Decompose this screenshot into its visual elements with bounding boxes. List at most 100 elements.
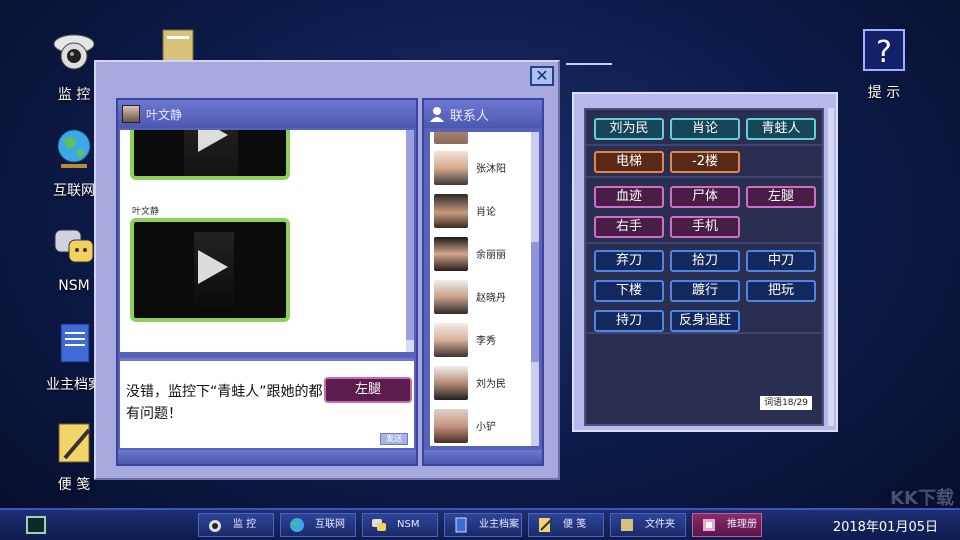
word-chip[interactable]: 尸体: [670, 186, 740, 208]
globe-icon: [290, 518, 304, 532]
taskbar-item-monitor[interactable]: 监 控: [198, 513, 274, 537]
word-row-actions: 弃刀 拾刀 中刀 下楼 踱行 把玩 持刀 反身追赶: [586, 244, 822, 334]
contact-name: 李秀: [476, 336, 496, 347]
contact-avatar: [434, 132, 468, 144]
conversation-contact-name: 叶文静: [146, 107, 183, 122]
scrollbar-thumb[interactable]: [531, 242, 539, 362]
notebook-icon: [60, 323, 90, 363]
contact-name: 余丽丽: [476, 250, 506, 261]
taskbar-item-label: 互联网: [315, 519, 345, 530]
contact-name: 赵晓丹: [476, 293, 506, 304]
word-row-places: 电梯 -2楼: [586, 146, 822, 178]
contact-avatar: [434, 365, 468, 400]
contact-item[interactable]: 赵晓丹: [430, 275, 534, 318]
contact-item[interactable]: 刘为民: [430, 361, 534, 404]
word-chip[interactable]: 反身追赶: [670, 310, 740, 332]
contact-name: 张沐阳: [476, 164, 506, 175]
word-chip[interactable]: -2楼: [670, 151, 740, 173]
contact-name: 小铲: [476, 422, 496, 433]
deduction-book-icon: [703, 519, 715, 531]
word-chip[interactable]: 踱行: [670, 280, 740, 302]
notebook-icon: [455, 517, 467, 533]
contact-name: 肖论: [476, 207, 496, 218]
word-chip[interactable]: 持刀: [594, 310, 664, 332]
clue-words-panel: 刘为民 肖论 青蛙人 电梯 -2楼 血迹 尸体 左腿 右手 手机 弃刀 拾刀 中…: [572, 92, 838, 432]
taskbar-item-folder[interactable]: 文件夹: [610, 513, 686, 537]
camera-icon: [209, 520, 221, 532]
word-chip[interactable]: 血迹: [594, 186, 664, 208]
folder-icon: [621, 519, 633, 531]
word-chip[interactable]: 刘为民: [594, 118, 664, 140]
start-button[interactable]: [26, 516, 46, 534]
contact-item[interactable]: 李秀: [430, 318, 534, 361]
word-chip[interactable]: 下楼: [594, 280, 664, 302]
taskbar-item-label: 便 笺: [563, 519, 587, 530]
chat-bubbles-icon: [372, 519, 386, 531]
message-area: 叶文静: [120, 130, 414, 352]
word-chip[interactable]: 肖论: [670, 118, 740, 140]
contact-item[interactable]: 张沐阳: [430, 146, 534, 189]
taskbar-item-deduction-book[interactable]: 推理册: [692, 513, 762, 537]
close-button[interactable]: ✕: [530, 66, 554, 86]
message-scrollbar[interactable]: [406, 130, 414, 352]
word-row-objects: 血迹 尸体 左腿 右手 手机: [586, 178, 822, 244]
word-chip[interactable]: 右手: [594, 216, 664, 238]
send-button[interactable]: 发送: [380, 433, 408, 445]
word-chip[interactable]: 拾刀: [670, 250, 740, 272]
word-panel-scrollbar[interactable]: [828, 108, 834, 426]
contact-avatar: [434, 150, 468, 185]
taskbar-item-label: 推理册: [727, 519, 757, 530]
contact-avatar: [434, 408, 468, 443]
notepad-pen-icon: [58, 423, 91, 463]
taskbar-item-label: NSM: [397, 519, 420, 530]
watermark: KK下载: [890, 488, 954, 509]
decorative-line: [566, 63, 612, 65]
word-chip[interactable]: 弃刀: [594, 250, 664, 272]
video-message[interactable]: [130, 218, 290, 322]
contact-avatar: [122, 105, 140, 123]
word-row-people: 刘为民 肖论 青蛙人: [586, 110, 822, 146]
scrollbar-thumb[interactable]: [406, 130, 414, 340]
camera-icon: [53, 34, 95, 70]
taskbar-item-internet[interactable]: 互联网: [280, 513, 356, 537]
contacts-title: 联系人: [450, 108, 490, 124]
taskbar-item-label: 监 控: [233, 519, 257, 530]
svg-text:?: ?: [876, 35, 892, 70]
play-icon: [198, 130, 228, 152]
video-thumbnail: [134, 130, 286, 176]
word-chip[interactable]: 把玩: [746, 280, 816, 302]
conversation-footer: [118, 450, 416, 464]
word-chip[interactable]: 中刀: [746, 250, 816, 272]
notepad-pen-icon: [539, 518, 552, 532]
play-icon: [198, 250, 228, 284]
contact-item[interactable]: 小铲: [430, 404, 534, 446]
taskbar-item-nsm[interactable]: NSM: [362, 513, 438, 537]
word-chip[interactable]: 青蛙人: [746, 118, 816, 140]
contact-avatar: [434, 279, 468, 314]
word-chip[interactable]: 左腿: [746, 186, 816, 208]
contact-item[interactable]: [430, 132, 534, 146]
word-chip[interactable]: 手机: [670, 216, 740, 238]
word-chip[interactable]: 电梯: [594, 151, 664, 173]
nsm-chat-window: ✕ 叶文静 叶文静 没错，监控下“青蛙人”跟她的都有问题！ 左腿 发送 联系人 …: [94, 60, 560, 480]
contact-item[interactable]: 肖论: [430, 189, 534, 232]
desktop-icon-help[interactable]: ? 提 示: [852, 28, 916, 102]
clue-words-board: 刘为民 肖论 青蛙人 电梯 -2楼 血迹 尸体 左腿 右手 手机 弃刀 拾刀 中…: [584, 108, 824, 426]
inserted-word-chip[interactable]: 左腿: [324, 377, 412, 403]
word-count-badge: 词语18/29: [760, 396, 812, 410]
contacts-footer: [424, 450, 542, 464]
taskbar-item-notes[interactable]: 便 笺: [528, 513, 604, 537]
video-thumbnail: [134, 222, 286, 318]
contact-item[interactable]: 余丽丽: [430, 232, 534, 275]
contact-name: 刘为民: [476, 379, 506, 390]
reply-input-area[interactable]: 没错，监控下“青蛙人”跟她的都有问题！ 左腿 发送: [120, 358, 414, 448]
contacts-panel: 联系人 张沐阳 肖论 余丽丽 赵晓丹 李秀 刘为民 小铲: [422, 98, 544, 466]
taskbar-item-label: 业主档案: [479, 519, 519, 530]
contacts-scrollbar[interactable]: [531, 132, 539, 446]
conversation-header: 叶文静: [118, 100, 416, 128]
video-message[interactable]: [130, 130, 290, 180]
taskbar-clock: 2018年01月05日: [832, 520, 938, 535]
contact-list: 张沐阳 肖论 余丽丽 赵晓丹 李秀 刘为民 小铲: [430, 132, 534, 446]
message-sender: 叶文静: [132, 207, 160, 217]
taskbar-item-owner-files[interactable]: 业主档案: [444, 513, 522, 537]
